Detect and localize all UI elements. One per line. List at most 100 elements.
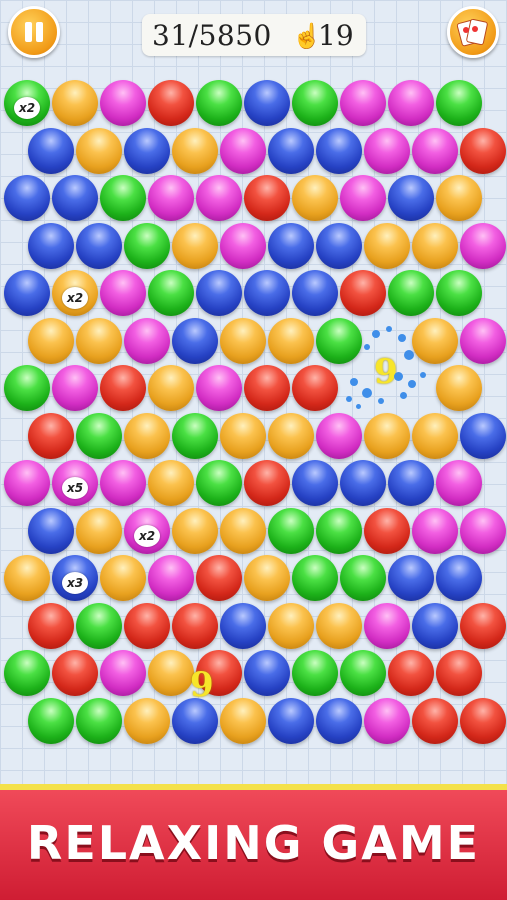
ball-yellow[interactable]	[148, 650, 194, 696]
ball-green[interactable]: x2	[4, 80, 50, 126]
ball-yellow[interactable]	[172, 507, 218, 554]
ball-green[interactable]	[436, 80, 482, 126]
ball-red[interactable]	[244, 460, 290, 506]
ball-yellow[interactable]	[4, 555, 50, 601]
ball-blue[interactable]	[28, 507, 74, 554]
ball-yellow[interactable]	[100, 555, 146, 601]
ball-magenta[interactable]	[412, 127, 458, 174]
ball-green[interactable]	[316, 317, 362, 364]
ball-red[interactable]	[460, 602, 506, 649]
ball-blue[interactable]	[28, 127, 74, 174]
ball-green[interactable]	[76, 412, 122, 459]
ball-green[interactable]	[292, 650, 338, 696]
ball-blue[interactable]	[292, 270, 338, 316]
ball-blue[interactable]	[388, 460, 434, 506]
ball-yellow[interactable]	[220, 507, 266, 554]
ball-yellow[interactable]	[364, 222, 410, 269]
ball-blue[interactable]	[124, 127, 170, 174]
ball-blue[interactable]	[244, 80, 290, 126]
ball-green[interactable]	[172, 412, 218, 459]
ball-magenta[interactable]: x2	[124, 507, 170, 554]
ball-blue[interactable]	[28, 222, 74, 269]
ball-green[interactable]	[4, 365, 50, 411]
ball-yellow[interactable]	[268, 317, 314, 364]
ball-yellow[interactable]	[436, 175, 482, 221]
ball-yellow[interactable]	[412, 222, 458, 269]
ball-green[interactable]	[76, 602, 122, 649]
ball-blue[interactable]	[52, 175, 98, 221]
ball-red[interactable]	[28, 412, 74, 459]
ball-magenta[interactable]	[220, 222, 266, 269]
ball-green[interactable]	[196, 460, 242, 506]
ball-blue[interactable]	[388, 555, 434, 601]
ball-yellow[interactable]: x2	[52, 270, 98, 316]
ball-yellow[interactable]	[220, 412, 266, 459]
ball-blue[interactable]	[316, 127, 362, 174]
ball-magenta[interactable]	[100, 650, 146, 696]
ball-magenta[interactable]	[196, 175, 242, 221]
ball-blue[interactable]	[436, 555, 482, 601]
ball-yellow[interactable]	[52, 80, 98, 126]
ball-magenta[interactable]: x5	[52, 460, 98, 506]
ball-yellow[interactable]	[268, 602, 314, 649]
ball-green[interactable]	[4, 650, 50, 696]
ball-blue[interactable]	[388, 175, 434, 221]
ball-red[interactable]	[412, 697, 458, 744]
ball-red[interactable]	[460, 697, 506, 744]
ball-yellow[interactable]	[292, 175, 338, 221]
ball-red[interactable]	[148, 80, 194, 126]
ball-yellow[interactable]	[76, 317, 122, 364]
ball-magenta[interactable]	[100, 80, 146, 126]
ball-yellow[interactable]	[148, 365, 194, 411]
ball-magenta[interactable]	[196, 365, 242, 411]
ball-magenta[interactable]	[100, 270, 146, 316]
ball-blue[interactable]	[412, 602, 458, 649]
ball-yellow[interactable]	[124, 697, 170, 744]
ball-red[interactable]	[100, 365, 146, 411]
ball-magenta[interactable]	[52, 365, 98, 411]
ball-red[interactable]	[364, 507, 410, 554]
ball-red[interactable]	[340, 270, 386, 316]
ball-magenta[interactable]	[316, 412, 362, 459]
ball-yellow[interactable]	[28, 317, 74, 364]
ball-red[interactable]	[292, 365, 338, 411]
ball-yellow[interactable]	[172, 222, 218, 269]
pause-button[interactable]	[8, 6, 60, 58]
ball-magenta[interactable]	[340, 175, 386, 221]
ball-red[interactable]	[436, 650, 482, 696]
ball-magenta[interactable]	[100, 460, 146, 506]
ball-blue[interactable]	[4, 270, 50, 316]
ball-red[interactable]	[124, 602, 170, 649]
ball-green[interactable]	[124, 222, 170, 269]
ball-yellow[interactable]	[76, 507, 122, 554]
ball-magenta[interactable]	[364, 127, 410, 174]
ball-red[interactable]	[196, 555, 242, 601]
ball-magenta[interactable]	[124, 317, 170, 364]
ball-blue[interactable]	[292, 460, 338, 506]
ball-green[interactable]	[100, 175, 146, 221]
ball-magenta[interactable]	[4, 460, 50, 506]
ball-yellow[interactable]	[76, 127, 122, 174]
ball-magenta[interactable]	[460, 317, 506, 364]
ball-green[interactable]	[28, 697, 74, 744]
cards-button[interactable]	[447, 6, 499, 58]
ball-red[interactable]	[460, 127, 506, 174]
ball-magenta[interactable]	[148, 175, 194, 221]
ball-yellow[interactable]	[364, 412, 410, 459]
ball-red[interactable]	[52, 650, 98, 696]
ball-magenta[interactable]	[460, 222, 506, 269]
ball-yellow[interactable]	[436, 365, 482, 411]
ball-magenta[interactable]	[436, 460, 482, 506]
ball-green[interactable]	[436, 270, 482, 316]
ball-magenta[interactable]	[148, 555, 194, 601]
ball-magenta[interactable]	[340, 80, 386, 126]
ball-yellow[interactable]	[244, 555, 290, 601]
ball-yellow[interactable]	[148, 460, 194, 506]
ball-red[interactable]	[172, 602, 218, 649]
ball-magenta[interactable]	[364, 602, 410, 649]
ball-green[interactable]	[316, 507, 362, 554]
ball-red[interactable]	[28, 602, 74, 649]
ball-yellow[interactable]	[220, 697, 266, 744]
ball-blue[interactable]	[268, 127, 314, 174]
ball-yellow[interactable]	[172, 127, 218, 174]
